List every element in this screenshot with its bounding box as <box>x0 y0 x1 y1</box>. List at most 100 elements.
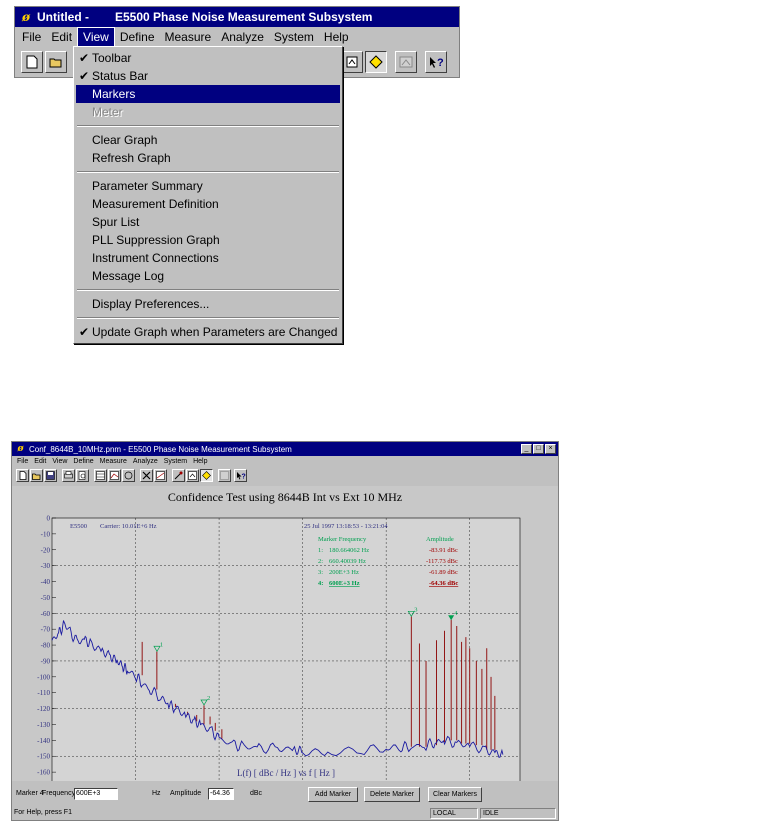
menu-help[interactable]: Help <box>190 458 210 465</box>
menu-file[interactable]: File <box>17 28 46 46</box>
y-tick-label: -30 <box>41 562 51 570</box>
status-idle: IDLE <box>480 808 556 819</box>
svg-text:?: ? <box>437 57 444 69</box>
graph-icon[interactable] <box>108 469 121 482</box>
menu-edit[interactable]: Edit <box>31 458 49 465</box>
new-file-icon[interactable] <box>16 469 29 482</box>
print-icon[interactable] <box>62 469 75 482</box>
plot-canvas: 0 -10 -20 -30 -40 -50 -60 -70 -80 -90 -100 -110 -120… <box>37 515 521 781</box>
date-label: 25 Jul 1997 13:18:53 - 13:21:04 <box>304 523 388 530</box>
x-axis-label: L(f) [ dBc / Hz ] vs f [ Hz ] <box>237 768 335 778</box>
phase-noise-graph: 0 -10 -20 -30 -40 -50 -60 -70 -80 -90 -100 -110 -120… <box>12 486 558 781</box>
menu-item-display-preferences[interactable]: Display Preferences... <box>76 295 340 313</box>
frequency-input[interactable]: 600E+3 <box>74 788 118 800</box>
clear-markers-button[interactable]: Clear Markers <box>428 787 482 802</box>
save-icon[interactable] <box>44 469 57 482</box>
menu-item-clear-graph[interactable]: Clear Graph <box>76 131 340 149</box>
close-icon[interactable]: × <box>545 444 556 454</box>
marker-row-amp: -61.89 dBc <box>429 569 458 576</box>
menu-define[interactable]: Define <box>115 28 160 46</box>
markers-toggle-icon[interactable] <box>200 469 213 482</box>
open-folder-icon[interactable] <box>45 51 67 73</box>
markers-toggle-icon[interactable] <box>365 51 387 73</box>
menu-view[interactable]: View <box>49 458 70 465</box>
marker-row-freq: 660.40039 Hz <box>329 558 366 565</box>
new-file-icon[interactable] <box>21 51 43 73</box>
connect-icon[interactable] <box>122 469 135 482</box>
context-help-icon[interactable]: ? <box>425 51 447 73</box>
calibrate-icon[interactable] <box>172 469 185 482</box>
menu-system[interactable]: System <box>269 28 319 46</box>
context-help-icon[interactable]: ? <box>234 469 247 482</box>
y-tick-label: -20 <box>41 546 51 554</box>
menu-analyze[interactable]: Analyze <box>216 28 269 46</box>
measure-icon[interactable] <box>154 469 167 482</box>
menu-item-pll-suppression-graph[interactable]: PLL Suppression Graph <box>76 231 340 249</box>
y-tick-label: -10 <box>41 530 51 538</box>
add-marker-button[interactable]: Add Marker <box>308 787 358 802</box>
status-bar: For Help, press F1 LOCAL IDLE <box>12 807 558 820</box>
menu-separator <box>77 289 339 291</box>
toolbar: ? <box>12 467 558 485</box>
menu-item-instrument-connections[interactable]: Instrument Connections <box>76 249 340 267</box>
y-tick-label: -110 <box>37 689 50 697</box>
maximize-icon[interactable]: □ <box>533 444 544 454</box>
marker-number: 1 <box>160 641 163 648</box>
menu-help[interactable]: Help <box>319 28 354 46</box>
app-window-graph: ø Conf_8644B_10MHz.pnm - E5500 Phase Noi… <box>11 441 559 821</box>
marker-number: 2 <box>207 695 210 702</box>
table-icon[interactable] <box>94 469 107 482</box>
marker-table-header-freq: Marker Frequency <box>318 536 367 543</box>
dbc-label: dBc <box>250 790 263 797</box>
menu-item-refresh-graph[interactable]: Refresh Graph <box>76 149 340 167</box>
marker-row-amp: -64.36 dBc <box>429 580 458 587</box>
app-icon: ø <box>17 444 24 454</box>
menu-system[interactable]: System <box>161 458 190 465</box>
check-icon: ✔ <box>78 325 90 339</box>
menu-item-status-bar[interactable]: ✔ Status Bar <box>76 67 340 85</box>
menu-item-spur-list[interactable]: Spur List <box>76 213 340 231</box>
menu-item-parameter-summary[interactable]: Parameter Summary <box>76 177 340 195</box>
graph-title: Confidence Test using 8644B Int vs Ext 1… <box>167 490 403 504</box>
app-name: E5500 Phase Noise Measurement Subsystem <box>115 10 373 24</box>
menu-edit[interactable]: Edit <box>46 28 77 46</box>
meter-icon[interactable] <box>186 469 199 482</box>
menu-measure[interactable]: Measure <box>97 458 130 465</box>
menu-file[interactable]: File <box>14 458 31 465</box>
graph-disabled-icon[interactable] <box>218 469 231 482</box>
marker-number: 3 <box>414 606 417 613</box>
marker-row-idx: 1: <box>318 547 323 554</box>
meter-icon[interactable] <box>341 51 363 73</box>
menu-item-markers[interactable]: Markers <box>76 85 340 103</box>
marker-table-header-amp: Amplitude <box>426 536 454 543</box>
carrier-label: Carrier: 10.01E+6 Hz <box>100 523 157 530</box>
menu-item-measurement-definition[interactable]: Measurement Definition <box>76 195 340 213</box>
marker-label: Marker 4 <box>16 790 44 797</box>
marker-row-freq: 180.664062 Hz <box>329 547 369 554</box>
menu-analyze[interactable]: Analyze <box>130 458 161 465</box>
menu-view[interactable]: View <box>77 27 115 47</box>
print-preview-icon[interactable] <box>76 469 89 482</box>
delete-marker-button[interactable]: Delete Marker <box>364 787 420 802</box>
app-icon: ø <box>21 10 30 24</box>
y-tick-label: -100 <box>37 673 50 681</box>
frequency-label: Frequency <box>42 790 76 797</box>
view-dropdown-menu: ✔ Toolbar ✔ Status Bar Markers Meter Clear… <box>73 46 343 344</box>
title-bar: ø Untitled - E5500 Phase Noise Measureme… <box>15 7 459 27</box>
menu-item-update-graph[interactable]: ✔ Update Graph when Parameters are Change… <box>76 323 340 341</box>
menu-define[interactable]: Define <box>70 458 96 465</box>
menu-item-toolbar[interactable]: ✔ Toolbar <box>76 49 340 67</box>
menu-item-message-log[interactable]: Message Log <box>76 267 340 285</box>
menu-measure[interactable]: Measure <box>160 28 217 46</box>
minimize-icon[interactable]: _ <box>521 444 532 454</box>
graph-disabled-icon[interactable] <box>395 51 417 73</box>
abort-icon[interactable] <box>140 469 153 482</box>
menu-separator <box>77 125 339 127</box>
amplitude-field: -64.36 <box>208 788 234 800</box>
open-folder-icon[interactable] <box>30 469 43 482</box>
y-tick-label: -70 <box>41 626 51 634</box>
svg-text:?: ? <box>241 474 245 481</box>
menu-separator <box>77 171 339 173</box>
hz-label: Hz <box>152 790 161 797</box>
marker-row-idx: 2: <box>318 558 323 565</box>
